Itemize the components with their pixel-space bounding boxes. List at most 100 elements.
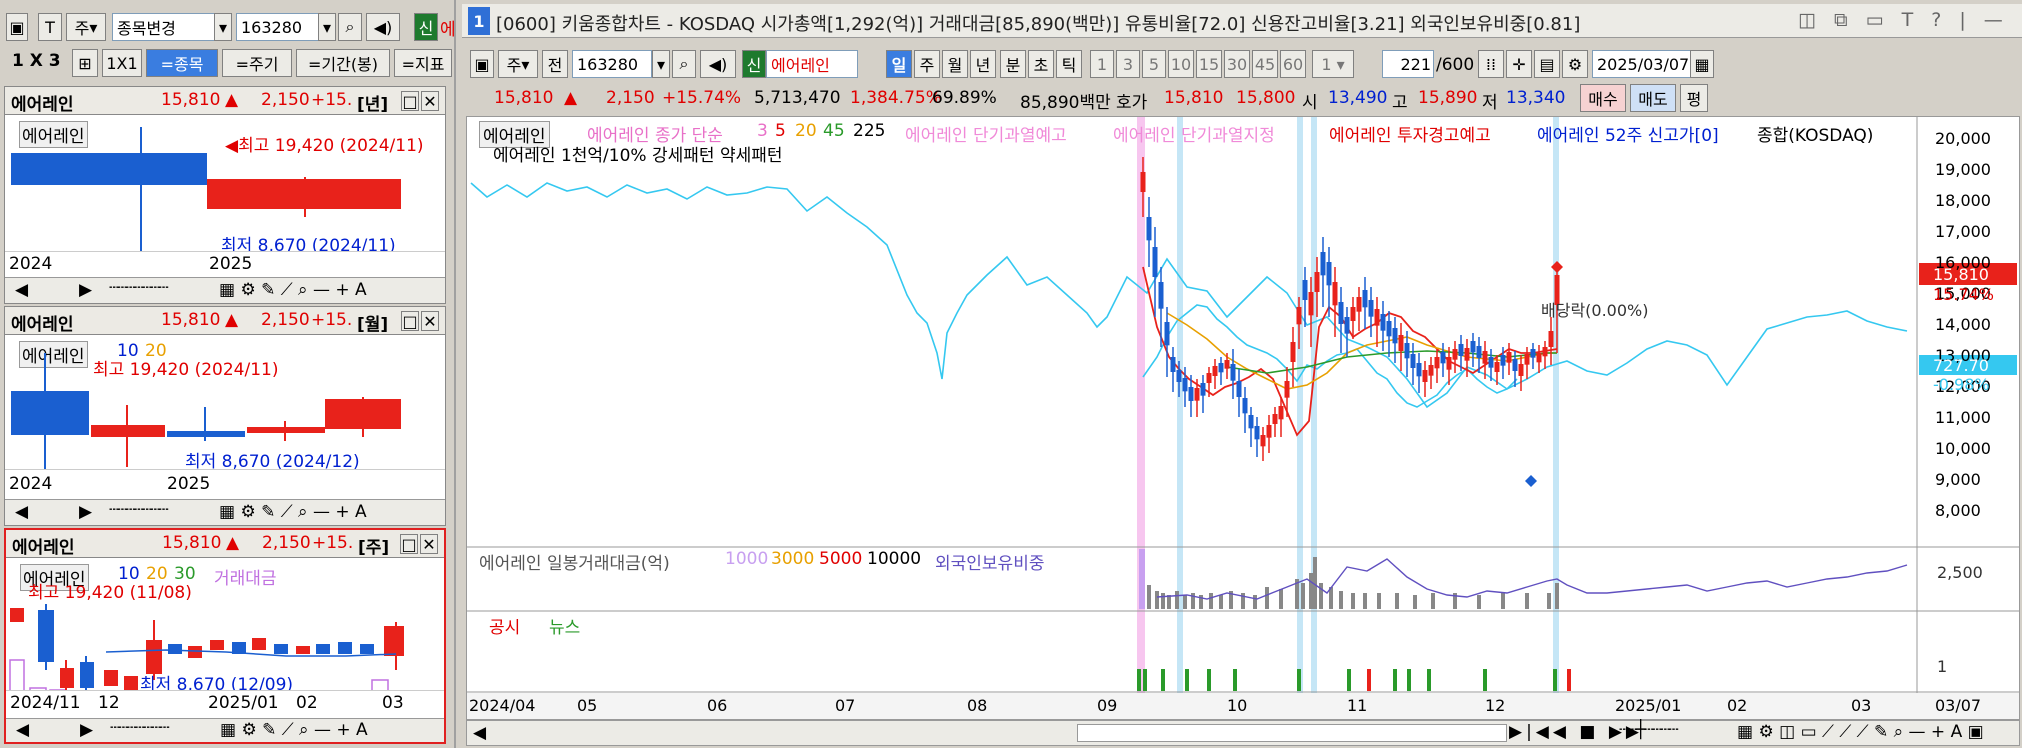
close-icon[interactable]: ✕ xyxy=(420,534,438,554)
new-badge: 신 xyxy=(414,13,438,41)
volume-bar xyxy=(1167,595,1171,609)
close-icon[interactable]: ✕ xyxy=(421,311,439,331)
period-week[interactable]: 주 xyxy=(914,50,940,78)
up-arrow-icon: ▲ xyxy=(564,88,578,108)
candle-body xyxy=(1380,314,1386,331)
window-controls-icon[interactable]: ◫ ⧉ ▭ T ? | — ▢ ✕ xyxy=(1798,9,2022,31)
scroll-right-icon[interactable]: ▶ xyxy=(79,502,92,522)
x-tick: 2024/11 xyxy=(10,693,81,713)
x-axis-tick: 09 xyxy=(1097,696,1118,715)
bottom-scrollbar[interactable]: ◀ ▶|◀◀ ■ ▶▶ ┄┄┼┄┄┄┄ ▦ ⚙ ◫ ▭ ⟋ ⟋ ⟋ ✎ ⌕ — … xyxy=(466,720,2020,746)
calendar-icon[interactable]: ▦ xyxy=(1690,50,1714,78)
interval-5[interactable]: 5 xyxy=(1142,50,1166,78)
tools-icon[interactable]: ▦ ⚙ ✎ ⟋ ⌕ — + A xyxy=(219,280,367,300)
tools-icon[interactable]: ▦ ⚙ ✎ ⟋ ⌕ — + A xyxy=(220,720,368,740)
sell-button[interactable]: 매도 xyxy=(1630,84,1676,112)
period-month[interactable]: 월 xyxy=(942,50,968,78)
close-icon[interactable]: ✕ xyxy=(421,91,439,111)
tab-period[interactable]: =주기 xyxy=(222,49,292,77)
eval-button[interactable]: 평 xyxy=(1680,84,1708,112)
tab-range[interactable]: =기간(봉) xyxy=(296,49,390,77)
tools-icon[interactable]: ▦ ⚙ ✎ ⟋ ⌕ — + A xyxy=(219,502,367,522)
crosshair-icon[interactable]: ✛ xyxy=(1506,50,1532,78)
interval-30[interactable]: 30 xyxy=(1224,50,1250,78)
tab-stock[interactable]: =종목 xyxy=(146,49,218,77)
date-input[interactable]: 2025/03/07 xyxy=(1592,50,1692,78)
zoom-slider[interactable]: ┄┄┄┄┄┄┄ xyxy=(109,500,169,520)
candle-body xyxy=(1140,172,1146,192)
candle-body xyxy=(1398,335,1404,351)
interval-1[interactable]: 1 xyxy=(1090,50,1114,78)
stock-code-dropdown[interactable]: ▾ xyxy=(652,50,670,78)
interval-60[interactable]: 60 xyxy=(1280,50,1306,78)
news-marker xyxy=(1137,669,1141,691)
stock-name-trail: 에 xyxy=(440,20,456,40)
candle-body xyxy=(1314,272,1320,292)
stock-code-dropdown[interactable]: ▾ xyxy=(318,13,336,41)
settings-gear-icon[interactable]: ⚙ xyxy=(1562,50,1588,78)
multiplier-select[interactable]: 1 ▾ xyxy=(1312,50,1354,78)
scroll-left-icon[interactable]: ◀ xyxy=(473,723,486,743)
x-tick: 12 xyxy=(98,693,120,713)
tools-icon[interactable]: ▦ ⚙ ◫ ▭ ⟋ ⟋ ⟋ ✎ ⌕ — + A ▣ xyxy=(1737,722,1984,742)
code-dropdown[interactable]: ▾ xyxy=(214,13,232,41)
speaker-icon[interactable]: ◀) xyxy=(366,13,400,41)
zoom-slider[interactable]: ┄┄┄┄┄┄┄ xyxy=(110,718,170,738)
pin-icon[interactable]: T xyxy=(38,13,62,41)
maximize-icon[interactable]: □ xyxy=(401,91,419,111)
candle-type-icon[interactable]: ⁞⁞ xyxy=(1478,50,1504,78)
quote-price: 15,810 xyxy=(494,88,554,108)
volume-bar xyxy=(1363,593,1367,609)
candle-body xyxy=(1536,353,1542,363)
mode-select[interactable]: 주 ▾ xyxy=(498,50,538,78)
news-marker xyxy=(1427,669,1431,691)
scroll-left-icon[interactable]: ◀ xyxy=(15,502,28,522)
interval-10[interactable]: 10 xyxy=(1168,50,1194,78)
zoom-slider[interactable]: ┄┄┄┄┄┄┄ xyxy=(109,278,169,298)
candle-body xyxy=(1440,352,1446,364)
scroll-right-icon[interactable]: ▶ xyxy=(80,720,93,740)
ma-45: 45 xyxy=(823,121,845,141)
volume-bar xyxy=(1209,593,1213,609)
period-minute[interactable]: 분 xyxy=(1000,50,1026,78)
candle-body xyxy=(1212,366,1218,376)
scroll-right-icon[interactable]: ▶ xyxy=(79,280,92,300)
scroll-thumb[interactable] xyxy=(1077,724,1507,742)
x-axis-tick: 2024/04 xyxy=(469,696,536,715)
prev-button[interactable]: 전 xyxy=(542,50,568,78)
period-year[interactable]: 년 xyxy=(970,50,996,78)
interval-3[interactable]: 3 xyxy=(1116,50,1140,78)
maximize-icon[interactable]: □ xyxy=(400,534,418,554)
interval-45[interactable]: 45 xyxy=(1252,50,1278,78)
bar-count-input[interactable]: 221 xyxy=(1382,50,1434,78)
candle-body xyxy=(1296,307,1302,325)
interval-15[interactable]: 15 xyxy=(1196,50,1222,78)
title-bar: 1 [0600] 키움종합차트 - KOSDAQ 시가총액[1,292(억)] … xyxy=(462,4,2022,38)
candle-body xyxy=(1248,415,1254,429)
layout-icon[interactable]: ▣ xyxy=(6,13,28,41)
save-icon[interactable]: ▤ xyxy=(1534,50,1560,78)
candle-body xyxy=(1284,381,1290,398)
mode-select[interactable]: 주 ▾ xyxy=(66,13,106,41)
grid-icon[interactable]: ⊞ xyxy=(72,49,98,77)
zoom-slider[interactable]: ┄┄┼┄┄┄┄ xyxy=(1619,720,1679,740)
layout-icon[interactable]: ▣ xyxy=(470,50,494,78)
search-icon[interactable]: ⌕ xyxy=(672,50,696,78)
tab-indicator[interactable]: =지표 xyxy=(394,49,452,77)
period-second[interactable]: 초 xyxy=(1028,50,1054,78)
mini-chart-month: 에어레인 15,810 ▲ 2,150 +15. [월] □ ✕ 에어레인 10… xyxy=(4,306,446,526)
news-markers xyxy=(1137,669,1571,691)
stock-code-input[interactable]: 163280 xyxy=(572,50,652,78)
period-tick[interactable]: 틱 xyxy=(1056,50,1082,78)
search-icon[interactable]: ⌕ xyxy=(338,13,362,41)
code-change-field[interactable]: 종목변경 xyxy=(112,13,230,41)
scroll-left-icon[interactable]: ◀ xyxy=(16,720,29,740)
buy-button[interactable]: 매수 xyxy=(1580,84,1626,112)
maximize-icon[interactable]: □ xyxy=(401,311,419,331)
speaker-icon[interactable]: ◀) xyxy=(700,50,736,78)
stock-code-input[interactable]: 163280 xyxy=(236,13,320,41)
scroll-left-icon[interactable]: ◀ xyxy=(15,280,28,300)
volume-bar xyxy=(1525,593,1529,609)
period-day[interactable]: 일 xyxy=(886,50,912,78)
layout-1x1-button[interactable]: 1X1 xyxy=(102,49,142,77)
